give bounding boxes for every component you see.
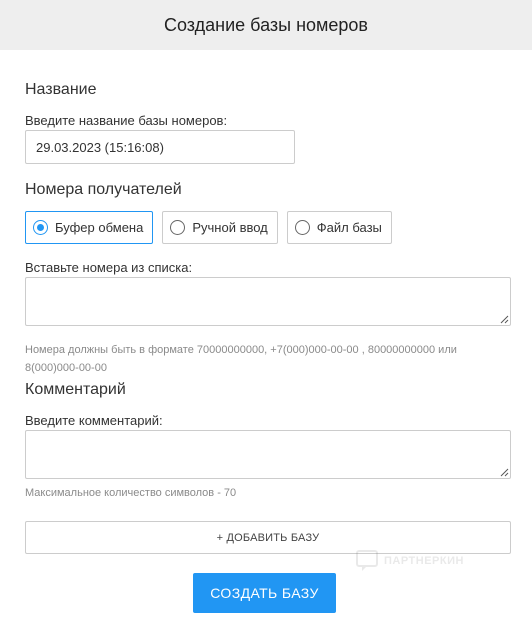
name-input[interactable] [25,130,295,164]
radio-manual-input-label: Ручной ввод [192,220,268,235]
numbers-format-hint: Номера должны быть в формате 70000000000… [25,344,457,374]
paste-numbers-label: Вставьте номера из списка: [25,260,193,275]
source-radio-group: Буфер обмена Ручной ввод Файл базы [25,211,392,244]
name-section-title: Название [25,81,97,98]
comment-field-label: Введите комментарий: [25,413,163,428]
chat-bubble-icon [356,550,378,571]
comment-length-hint: Максимальное количество символов - 70 [25,487,237,499]
radio-checked-icon [33,220,48,235]
create-base-button[interactable]: СОЗДАТЬ БАЗУ [193,573,336,613]
paste-numbers-textarea[interactable] [25,277,511,326]
comment-textarea[interactable] [25,430,511,479]
recipients-section-title: Номера получателей [25,181,182,198]
resize-grip-icon[interactable] [499,467,509,477]
watermark-text: ПАРТНЕРКИН [384,555,464,567]
radio-clipboard[interactable]: Буфер обмена [25,211,154,244]
watermark-logo: ПАРТНЕРКИН [356,550,464,572]
radio-unchecked-icon [294,220,310,235]
name-field-label: Введите название базы номеров: [25,113,228,128]
comment-section-title: Комментарий [25,381,126,398]
page-header: Создание базы номеров [0,0,532,50]
radio-clipboard-label: Буфер обмена [55,220,144,235]
radio-manual-input[interactable]: Ручной ввод [162,211,278,244]
radio-file-label: Файл базы [316,220,382,235]
radio-file[interactable]: Файл базы [286,211,392,244]
resize-grip-icon[interactable] [499,314,509,324]
radio-unchecked-icon [170,220,186,235]
page-title: Создание базы номеров [163,14,368,35]
